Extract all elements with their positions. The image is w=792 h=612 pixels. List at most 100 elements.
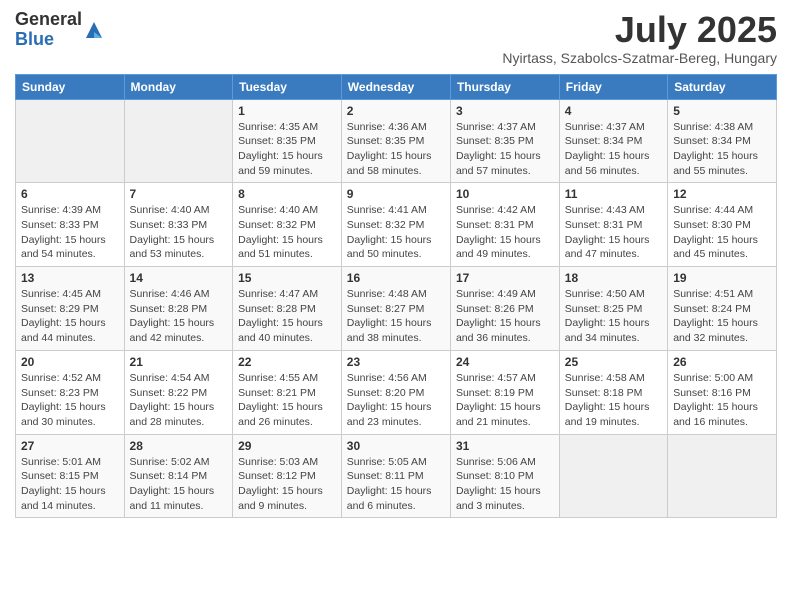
calendar-week-row: 6Sunrise: 4:39 AMSunset: 8:33 PMDaylight… (16, 183, 777, 267)
day-number: 12 (673, 187, 771, 201)
calendar-cell: 29 Sunrise: 5:03 AMSunset: 8:12 PMDayligh… (233, 434, 342, 518)
day-detail: Sunrise: 5:05 AMSunset: 8:11 PMDaylight:… (347, 455, 445, 514)
title-block: July 2025 Nyirtass, Szabolcs-Szatmar-Ber… (502, 10, 777, 66)
calendar-cell: 12 Sunrise: 4:44 AMSunset: 8:30 PMDayligh… (668, 183, 777, 267)
day-detail: Sunrise: 4:36 AMSunset: 8:35 PMDaylight:… (347, 120, 445, 179)
calendar-cell: 30 Sunrise: 5:05 AMSunset: 8:11 PMDayligh… (341, 434, 450, 518)
calendar-cell: 31Sunrise: 5:06 AMSunset: 8:10 PMDayligh… (450, 434, 559, 518)
day-detail: Sunrise: 4:51 AMSunset: 8:24 PMDaylight:… (673, 287, 771, 346)
calendar-cell: 3 Sunrise: 4:37 AMSunset: 8:35 PMDaylight… (450, 99, 559, 183)
day-number: 29 (238, 439, 336, 453)
day-detail: Sunrise: 4:56 AMSunset: 8:20 PMDaylight:… (347, 371, 445, 430)
day-number: 31 (456, 439, 554, 453)
day-number: 9 (347, 187, 445, 201)
day-detail: Sunrise: 4:35 AMSunset: 8:35 PMDaylight:… (238, 120, 336, 179)
weekday-header: Wednesday (341, 74, 450, 99)
day-detail: Sunrise: 4:37 AMSunset: 8:34 PMDaylight:… (565, 120, 662, 179)
day-detail: Sunrise: 4:43 AMSunset: 8:31 PMDaylight:… (565, 203, 662, 262)
calendar-cell: 25 Sunrise: 4:58 AMSunset: 8:18 PMDayligh… (559, 350, 667, 434)
day-detail: Sunrise: 5:03 AMSunset: 8:12 PMDaylight:… (238, 455, 336, 514)
page-header: General Blue July 2025 Nyirtass, Szabolc… (15, 10, 777, 66)
logo-blue-text: Blue (15, 30, 82, 50)
calendar-cell: 18 Sunrise: 4:50 AMSunset: 8:25 PMDayligh… (559, 267, 667, 351)
day-number: 1 (238, 104, 336, 118)
day-number: 14 (130, 271, 228, 285)
calendar-week-row: 20 Sunrise: 4:52 AMSunset: 8:23 PMDayligh… (16, 350, 777, 434)
calendar-week-row: 1 Sunrise: 4:35 AMSunset: 8:35 PMDaylight… (16, 99, 777, 183)
month-title: July 2025 (502, 10, 777, 50)
calendar-cell: 27Sunrise: 5:01 AMSunset: 8:15 PMDayligh… (16, 434, 125, 518)
calendar-week-row: 27Sunrise: 5:01 AMSunset: 8:15 PMDayligh… (16, 434, 777, 518)
calendar-cell: 10 Sunrise: 4:42 AMSunset: 8:31 PMDayligh… (450, 183, 559, 267)
calendar-cell: 24 Sunrise: 4:57 AMSunset: 8:19 PMDayligh… (450, 350, 559, 434)
calendar-cell: 17Sunrise: 4:49 AMSunset: 8:26 PMDayligh… (450, 267, 559, 351)
day-detail: Sunrise: 4:54 AMSunset: 8:22 PMDaylight:… (130, 371, 228, 430)
day-detail: Sunrise: 4:37 AMSunset: 8:35 PMDaylight:… (456, 120, 554, 179)
calendar-header-row: SundayMondayTuesdayWednesdayThursdayFrid… (16, 74, 777, 99)
logo: General Blue (15, 10, 104, 50)
calendar-cell: 15 Sunrise: 4:47 AMSunset: 8:28 PMDayligh… (233, 267, 342, 351)
day-detail: Sunrise: 4:38 AMSunset: 8:34 PMDaylight:… (673, 120, 771, 179)
day-detail: Sunrise: 4:42 AMSunset: 8:31 PMDaylight:… (456, 203, 554, 262)
day-number: 4 (565, 104, 662, 118)
day-detail: Sunrise: 4:58 AMSunset: 8:18 PMDaylight:… (565, 371, 662, 430)
day-detail: Sunrise: 5:01 AMSunset: 8:15 PMDaylight:… (21, 455, 119, 514)
day-number: 16 (347, 271, 445, 285)
calendar-cell: 26Sunrise: 5:00 AMSunset: 8:16 PMDayligh… (668, 350, 777, 434)
calendar-cell: 23 Sunrise: 4:56 AMSunset: 8:20 PMDayligh… (341, 350, 450, 434)
day-number: 22 (238, 355, 336, 369)
calendar-cell: 28 Sunrise: 5:02 AMSunset: 8:14 PMDayligh… (124, 434, 233, 518)
day-detail: Sunrise: 4:47 AMSunset: 8:28 PMDaylight:… (238, 287, 336, 346)
day-number: 17 (456, 271, 554, 285)
day-number: 15 (238, 271, 336, 285)
day-number: 26 (673, 355, 771, 369)
weekday-header: Friday (559, 74, 667, 99)
day-number: 20 (21, 355, 119, 369)
day-detail: Sunrise: 4:40 AMSunset: 8:33 PMDaylight:… (130, 203, 228, 262)
day-detail: Sunrise: 4:44 AMSunset: 8:30 PMDaylight:… (673, 203, 771, 262)
day-detail: Sunrise: 5:02 AMSunset: 8:14 PMDaylight:… (130, 455, 228, 514)
calendar-cell: 14Sunrise: 4:46 AMSunset: 8:28 PMDayligh… (124, 267, 233, 351)
day-number: 11 (565, 187, 662, 201)
calendar-cell: 4 Sunrise: 4:37 AMSunset: 8:34 PMDaylight… (559, 99, 667, 183)
day-detail: Sunrise: 4:48 AMSunset: 8:27 PMDaylight:… (347, 287, 445, 346)
calendar-cell: 8Sunrise: 4:40 AMSunset: 8:32 PMDaylight… (233, 183, 342, 267)
calendar-cell: 20 Sunrise: 4:52 AMSunset: 8:23 PMDayligh… (16, 350, 125, 434)
day-number: 18 (565, 271, 662, 285)
day-number: 6 (21, 187, 119, 201)
day-detail: Sunrise: 4:57 AMSunset: 8:19 PMDaylight:… (456, 371, 554, 430)
calendar-cell (124, 99, 233, 183)
calendar-cell: 22Sunrise: 4:55 AMSunset: 8:21 PMDayligh… (233, 350, 342, 434)
weekday-header: Thursday (450, 74, 559, 99)
weekday-header: Sunday (16, 74, 125, 99)
day-number: 30 (347, 439, 445, 453)
calendar-cell: 9 Sunrise: 4:41 AMSunset: 8:32 PMDaylight… (341, 183, 450, 267)
day-number: 3 (456, 104, 554, 118)
logo-icon (84, 20, 104, 40)
day-number: 2 (347, 104, 445, 118)
calendar-cell (559, 434, 667, 518)
calendar-cell: 5Sunrise: 4:38 AMSunset: 8:34 PMDaylight… (668, 99, 777, 183)
day-number: 10 (456, 187, 554, 201)
day-number: 21 (130, 355, 228, 369)
day-detail: Sunrise: 4:50 AMSunset: 8:25 PMDaylight:… (565, 287, 662, 346)
day-number: 23 (347, 355, 445, 369)
day-detail: Sunrise: 4:41 AMSunset: 8:32 PMDaylight:… (347, 203, 445, 262)
calendar-table: SundayMondayTuesdayWednesdayThursdayFrid… (15, 74, 777, 519)
day-number: 28 (130, 439, 228, 453)
calendar-cell (668, 434, 777, 518)
calendar-cell (16, 99, 125, 183)
day-detail: Sunrise: 4:52 AMSunset: 8:23 PMDaylight:… (21, 371, 119, 430)
day-number: 7 (130, 187, 228, 201)
calendar-cell: 19 Sunrise: 4:51 AMSunset: 8:24 PMDayligh… (668, 267, 777, 351)
location-text: Nyirtass, Szabolcs-Szatmar-Bereg, Hungar… (502, 50, 777, 66)
calendar-cell: 6Sunrise: 4:39 AMSunset: 8:33 PMDaylight… (16, 183, 125, 267)
calendar-cell: 16 Sunrise: 4:48 AMSunset: 8:27 PMDayligh… (341, 267, 450, 351)
day-number: 25 (565, 355, 662, 369)
day-number: 24 (456, 355, 554, 369)
calendar-cell: 2 Sunrise: 4:36 AMSunset: 8:35 PMDaylight… (341, 99, 450, 183)
calendar-cell: 13Sunrise: 4:45 AMSunset: 8:29 PMDayligh… (16, 267, 125, 351)
day-detail: Sunrise: 4:40 AMSunset: 8:32 PMDaylight:… (238, 203, 336, 262)
logo-general-text: General (15, 10, 82, 30)
day-number: 19 (673, 271, 771, 285)
